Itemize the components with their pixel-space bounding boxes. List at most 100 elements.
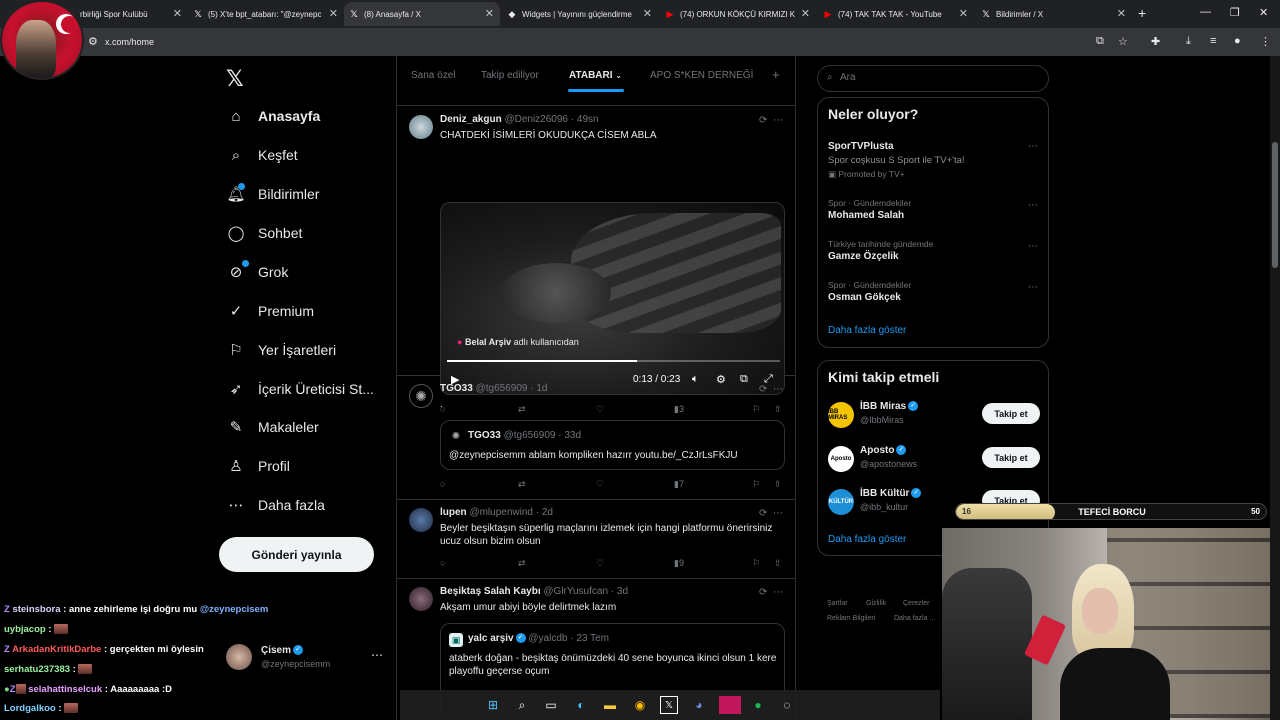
folder-icon[interactable]: ▬ (601, 696, 619, 714)
trend-item[interactable]: Türkiye tarihinde gündemde Gamze Özçelik… (828, 239, 1040, 262)
browser-tab[interactable]: 𝕏 Bildirimler / X ✕ (976, 2, 1132, 26)
close-icon[interactable]: ✕ (643, 7, 652, 20)
tweet[interactable]: ✺ TGO33 @tg656909 · 1d ⟳ ⋯ . ✺ TGO33 @tg… (397, 376, 795, 500)
minimize-icon[interactable]: — (1200, 6, 1211, 18)
x-logo-icon[interactable]: 𝕏 (226, 66, 244, 92)
footer-link[interactable]: Şartlar (827, 600, 848, 607)
avatar[interactable] (409, 508, 433, 532)
edge-icon[interactable]: ◐ (572, 696, 590, 714)
browser-tab[interactable]: ◆ Widgets | Yayınını güçlendirme ✕ (502, 2, 658, 26)
download-icon[interactable]: ⤓ (1186, 35, 1191, 48)
search-icon[interactable]: ⌕ (513, 696, 531, 714)
browser-tab-active[interactable]: 𝕏 (8) Anasayfa / X ✕ (344, 2, 500, 26)
post-button[interactable]: Gönderi yayınla (219, 537, 374, 572)
nav-premium[interactable]: ✓ Premium (226, 296, 314, 326)
reply-icon[interactable]: ○ (440, 558, 445, 568)
trend-item[interactable]: SporTVPlusta Spor coşkusu S Sport ile TV… (828, 139, 1040, 180)
browser-tab[interactable]: ▶ (74) TAK TAK TAK - YouTube ✕ (818, 2, 974, 26)
nav-bookmarks[interactable]: ⚐ Yer İşaretleri (226, 335, 336, 365)
follow-button[interactable]: Takip et (982, 447, 1040, 468)
footer-link[interactable]: Daha fazla ... (894, 615, 935, 622)
quoted-tweet[interactable]: ✺ TGO33 @tg656909 · 33d @zeynepcisemm ab… (440, 420, 785, 470)
trend-item[interactable]: Spor · Gündemdekiler Mohamed Salah ⋯ (828, 198, 1040, 221)
tab-apo-dernegi[interactable]: APO S*KEN DERNEĞİ (650, 70, 753, 81)
nav-creator-studio[interactable]: ➶ İçerik Üreticisi St... (226, 374, 374, 404)
nav-profile[interactable]: ♙ Profil (226, 451, 290, 481)
share-icon[interactable]: ⇧ (774, 558, 782, 569)
close-icon[interactable]: ✕ (959, 7, 968, 20)
nav-grok[interactable]: ⊘ Grok (226, 257, 289, 287)
avatar[interactable] (409, 115, 433, 139)
tweet-tools[interactable]: ⟳ ⋯ (759, 587, 783, 598)
spotify-icon[interactable]: ● (749, 696, 767, 714)
search-input[interactable] (840, 72, 1030, 83)
footer-link[interactable]: Çerezler (903, 600, 929, 607)
bookmark-icon[interactable]: ⚐ (752, 479, 760, 490)
reply-icon[interactable]: ○ (440, 479, 445, 489)
tab-following[interactable]: Takip ediliyor (481, 70, 539, 81)
close-icon[interactable]: ✕ (801, 7, 810, 20)
more-icon[interactable]: ⋯ (1028, 141, 1038, 152)
tab-atabari[interactable]: ATABARI ⌄ (569, 70, 622, 81)
start-icon[interactable]: ⊞ (484, 696, 502, 714)
add-tab-icon[interactable]: + (772, 67, 780, 82)
install-icon[interactable]: ⧉ (1096, 35, 1104, 48)
video-attribution[interactable]: ● Belal Arşiv adlı kullanıcıdan (457, 337, 579, 347)
avatar[interactable] (409, 587, 433, 611)
discord-icon[interactable]: ◕ (690, 696, 708, 714)
browser-tab[interactable]: ▶ (74) ORKUN KÖKÇÜ KIRMIZI K ✕ (660, 2, 816, 26)
chrome-icon[interactable]: ◉ (631, 696, 649, 714)
browser-tab[interactable]: 𝕏 (5) X'te bpt_atabarı: "@zeynepc ✕ (188, 2, 344, 26)
menu-icon[interactable]: ⋮ (1260, 35, 1271, 48)
profile-icon[interactable]: ● (1234, 35, 1241, 47)
maximize-icon[interactable]: ❐ (1230, 6, 1240, 19)
close-window-icon[interactable]: ✕ (1259, 6, 1268, 19)
new-tab-button[interactable]: + (1138, 5, 1146, 21)
app-icon[interactable]: ◌ (778, 696, 796, 714)
follow-suggestion[interactable]: İBB MİRAS İBB Miras ✓ @IbbMiras Takip et (828, 399, 1040, 433)
url-field[interactable]: x.com/home (105, 37, 154, 47)
show-more-link[interactable]: Daha fazla göster (828, 325, 906, 336)
video-player[interactable]: ● Belal Arşiv adlı kullanıcıdan ▶ 0:13 /… (440, 202, 785, 395)
more-icon[interactable]: ⋯ (1028, 282, 1038, 293)
media-icon[interactable]: ≡ (1210, 35, 1216, 47)
more-icon[interactable]: ⋯ (371, 648, 383, 662)
footer-link[interactable]: Reklam Bilgileri (827, 615, 875, 622)
account-switcher[interactable]: Çisem ✓ @zeynepcisemm ⋯ (226, 642, 386, 676)
trend-item[interactable]: Spor · Gündemdekiler Osman Gökçek ⋯ (828, 280, 1040, 303)
retweet-icon[interactable]: ⇄ (518, 558, 526, 569)
follow-button[interactable]: Takip et (982, 403, 1040, 424)
more-icon[interactable]: ⋯ (1028, 241, 1038, 252)
nav-articles[interactable]: ✎ Makaleler (226, 412, 319, 442)
extensions-icon[interactable]: ✚ (1151, 35, 1160, 48)
bookmark-icon[interactable]: ⚐ (752, 558, 760, 569)
close-icon[interactable]: ✕ (173, 7, 182, 20)
tab-for-you[interactable]: Sana özel (411, 70, 455, 81)
bookmark-star-icon[interactable]: ☆ (1118, 35, 1128, 48)
more-icon[interactable]: ⋯ (1028, 200, 1038, 211)
close-icon[interactable]: ✕ (329, 7, 338, 20)
nav-chat[interactable]: ◯ Sohbet (226, 218, 303, 248)
close-icon[interactable]: ✕ (1117, 7, 1126, 20)
share-icon[interactable]: ⇧ (774, 479, 782, 490)
x-app-icon[interactable]: 𝕏 (660, 696, 678, 714)
footer-link[interactable]: Gizlilik (866, 600, 886, 607)
tweet[interactable]: Deniz_akgun @Deniz26096 · 49sn ⟳ ⋯ CHATD… (397, 107, 795, 414)
search-box[interactable]: ⌕ (817, 65, 1049, 92)
nav-more[interactable]: ⋯ Daha fazla (226, 490, 325, 520)
views-icon[interactable]: ▮ 7 (674, 479, 684, 490)
avatar[interactable]: ✺ (409, 384, 433, 408)
tweet-tools[interactable]: ⟳ ⋯ (759, 115, 783, 126)
tweet-tools[interactable]: ⟳ ⋯ (759, 384, 783, 395)
tweet-tools[interactable]: ⟳ ⋯ (759, 508, 783, 519)
tweet[interactable]: lupen @mlupenwind · 2d ⟳ ⋯ Beyler beşikt… (397, 500, 795, 579)
nav-home[interactable]: ⌂ Anasayfa (226, 101, 320, 131)
like-icon[interactable]: ♡ (596, 558, 604, 569)
page-scrollbar[interactable] (1270, 56, 1280, 720)
show-more-link[interactable]: Daha fazla göster (828, 534, 906, 545)
retweet-icon[interactable]: ⇄ (518, 479, 526, 490)
close-icon[interactable]: ✕ (485, 7, 494, 20)
follow-suggestion[interactable]: Aposto Aposto ✓ @apostonews Takip et (828, 443, 1040, 477)
site-settings-icon[interactable]: ⚙ (88, 35, 98, 48)
like-icon[interactable]: ♡ (596, 479, 604, 490)
